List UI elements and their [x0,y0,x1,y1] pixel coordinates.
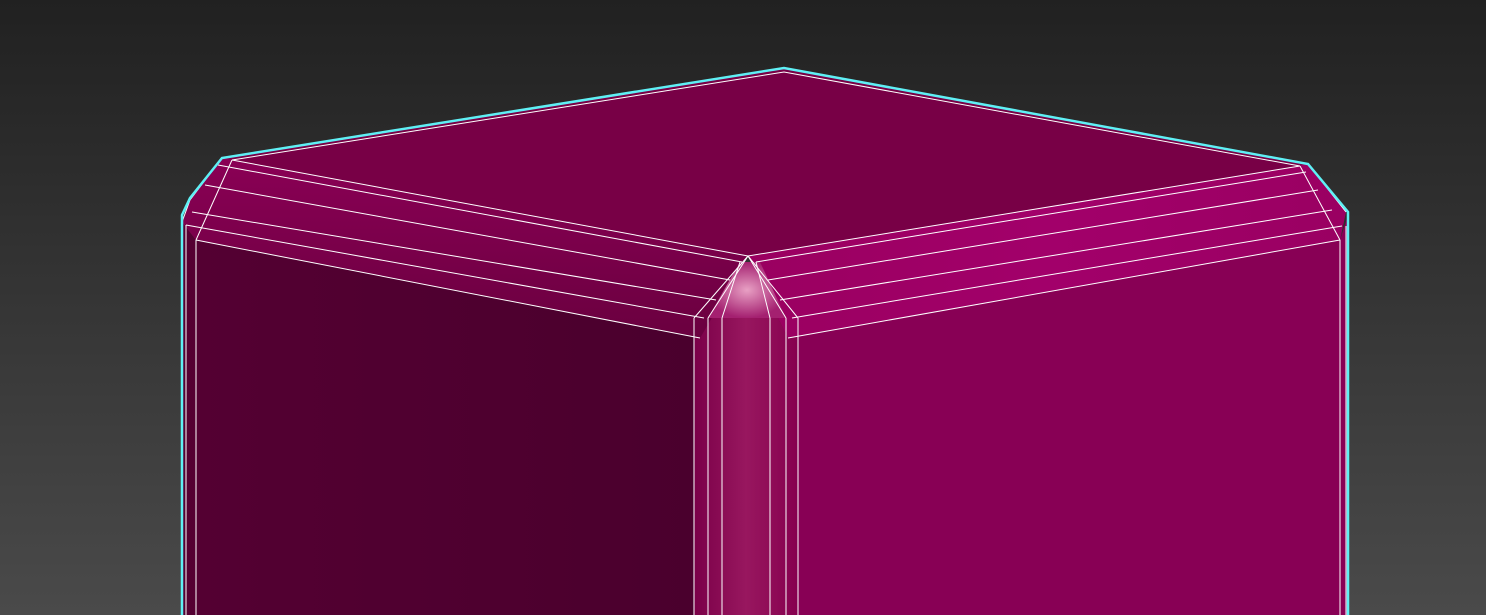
chamfer-box-object[interactable] [182,68,1348,615]
box-corner-edge [694,318,798,615]
3d-viewport[interactable] [0,0,1486,615]
viewport-canvas[interactable] [0,0,1486,615]
